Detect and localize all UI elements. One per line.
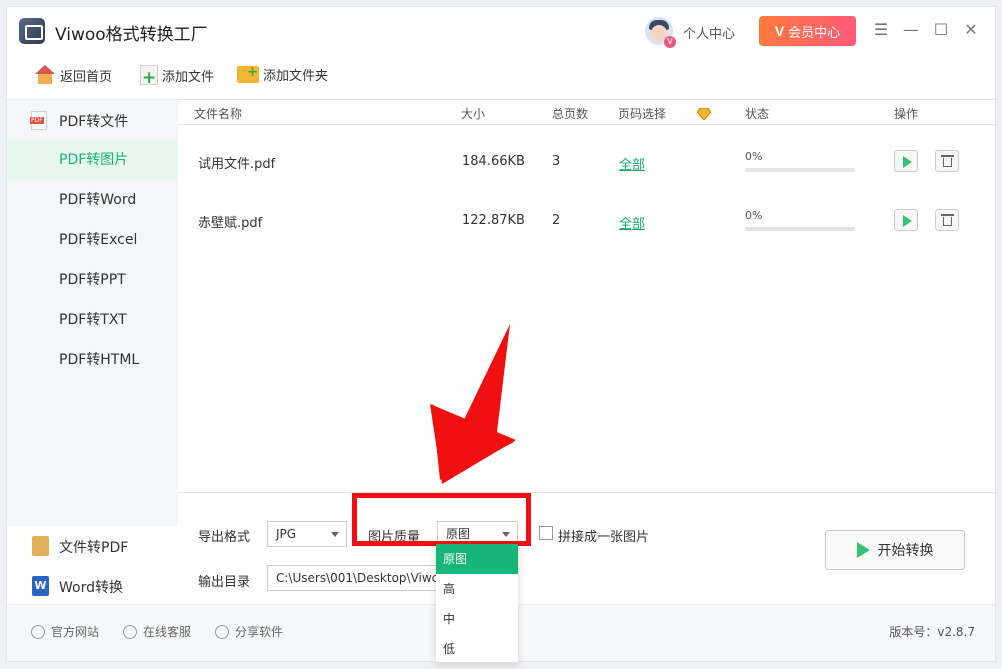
quality-option-low[interactable]: 低 [436,634,518,664]
quality-option-medium[interactable]: 中 [436,604,518,634]
quality-option-high[interactable]: 高 [436,574,518,604]
quality-dropdown-list: 原图 高 中 低 [436,544,518,662]
quality-option-original[interactable]: 原图 [436,544,518,574]
